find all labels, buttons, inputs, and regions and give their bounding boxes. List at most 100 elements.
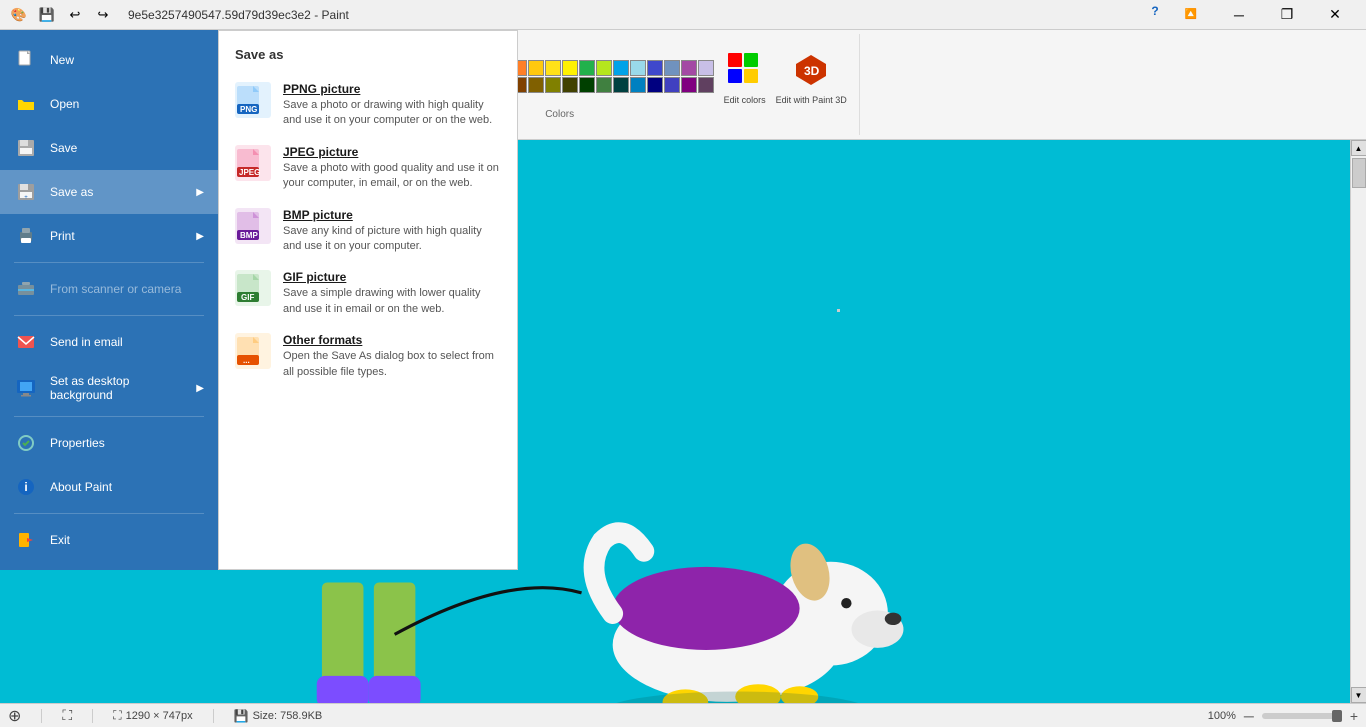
filesize-label: Size: 758.9KB <box>253 710 323 722</box>
canvas-dot <box>837 309 840 312</box>
saveas-arrow: ▶ <box>196 187 204 198</box>
menu-item-scanner: From scanner or camera <box>0 267 218 311</box>
saveas-item-png[interactable]: PNG PNG PPNG picture Save a photo or dra… <box>219 74 517 137</box>
menu-item-saveas[interactable]: + Save as ▶ <box>0 170 218 214</box>
new-icon <box>14 48 38 72</box>
about-label: About Paint <box>50 480 112 494</box>
jpeg-text: JPEG picture Save a photo with good qual… <box>283 145 501 192</box>
saveas-icon: + <box>14 180 38 204</box>
palette-color[interactable] <box>596 77 612 93</box>
help-icon[interactable]: ? <box>1144 0 1166 22</box>
menu-item-save[interactable]: Save <box>0 126 218 170</box>
palette-color[interactable] <box>681 60 697 76</box>
redo-btn[interactable]: ↪ <box>92 4 114 26</box>
menu-item-exit[interactable]: Exit <box>0 518 218 562</box>
close-btn[interactable]: ✕ <box>1312 0 1358 30</box>
print-icon <box>14 224 38 248</box>
palette-color[interactable] <box>562 77 578 93</box>
menu-item-properties[interactable]: Properties <box>0 421 218 465</box>
about-icon: i <box>14 475 38 499</box>
svg-text:GIF: GIF <box>241 293 254 302</box>
palette-color[interactable] <box>545 60 561 76</box>
gif-icon: GIF <box>235 270 271 306</box>
gif-desc: Save a simple drawing with lower quality… <box>283 286 501 317</box>
edit-colors-icon[interactable] <box>724 49 766 91</box>
zoom-out-btn[interactable]: ─ <box>1244 708 1254 724</box>
saveas-item-other[interactable]: ... Other formats Open the Save As dialo… <box>219 325 517 388</box>
menu-sep-3 <box>14 416 204 417</box>
saveas-item-bmp[interactable]: BMP BMP picture Save any kind of picture… <box>219 200 517 263</box>
filesize-item: 💾 Size: 758.9KB <box>234 709 323 723</box>
scroll-up-btn[interactable]: ▲ <box>1351 140 1366 156</box>
palette-color[interactable] <box>596 60 612 76</box>
other-text: Other formats Open the Save As dialog bo… <box>283 333 501 380</box>
save-quick-btn[interactable]: 💾 <box>36 4 58 26</box>
svg-text:JPEG: JPEG <box>239 168 260 177</box>
file-menu-overlay: New Open Save <box>0 30 518 570</box>
dimensions-icon: ⛶ <box>113 708 121 723</box>
palette-color[interactable] <box>698 77 714 93</box>
palette-color[interactable] <box>698 60 714 76</box>
titlebar-controls: ? 🔼 ─ ❐ ✕ <box>1144 0 1358 30</box>
palette-color[interactable] <box>613 77 629 93</box>
gif-text: GIF picture Save a simple drawing with l… <box>283 270 501 317</box>
gif-name: GIF picture <box>283 270 501 284</box>
menu-item-new[interactable]: New <box>0 38 218 82</box>
send-icon <box>14 330 38 354</box>
palette-color[interactable] <box>664 60 680 76</box>
scroll-track[interactable] <box>1351 156 1366 687</box>
statusbar: ⊕ ⛶ ⛶ 1290 × 747px 💾 Size: 758.9KB 100% … <box>0 703 1366 727</box>
zoom-in-btn[interactable]: + <box>1350 708 1358 724</box>
palette-color[interactable] <box>613 60 629 76</box>
edit-paint3d-label: Edit with Paint 3D <box>776 95 847 106</box>
restore-btn[interactable]: ❐ <box>1264 0 1310 30</box>
menu-item-send[interactable]: Send in email <box>0 320 218 364</box>
palette-color[interactable] <box>664 77 680 93</box>
menu-item-print[interactable]: Print ▶ <box>0 214 218 258</box>
bmp-desc: Save any kind of picture with high quali… <box>283 224 501 255</box>
palette-color[interactable] <box>579 60 595 76</box>
svg-text:i: i <box>24 480 27 494</box>
palette-color[interactable] <box>647 60 663 76</box>
svg-text:3D: 3D <box>804 64 820 78</box>
open-label: Open <box>50 97 79 111</box>
png-icon: PNG PNG <box>235 82 271 118</box>
palette-color[interactable] <box>647 77 663 93</box>
saveas-label: Save as <box>50 185 93 199</box>
status-add[interactable]: ⊕ <box>8 706 21 726</box>
edit-paint3d-icon[interactable]: 3D <box>790 49 832 91</box>
svg-text:+: + <box>24 195 28 201</box>
scroll-thumb[interactable] <box>1352 158 1366 188</box>
edit-colors-group: Edit colors <box>724 49 766 106</box>
saveas-item-gif[interactable]: GIF GIF picture Save a simple drawing wi… <box>219 262 517 325</box>
status-crop-icon[interactable]: ⛶ <box>62 707 72 724</box>
palette-color[interactable] <box>528 77 544 93</box>
palette-color[interactable] <box>630 60 646 76</box>
scrollbar-vertical[interactable]: ▲ ▼ <box>1350 140 1366 703</box>
paint-app-icon[interactable]: 🎨 <box>8 4 30 26</box>
properties-label: Properties <box>50 436 105 450</box>
palette-color[interactable] <box>681 77 697 93</box>
saveas-item-jpeg[interactable]: JPEG JPEG picture Save a photo with good… <box>219 137 517 200</box>
menu-item-about[interactable]: i About Paint <box>0 465 218 509</box>
new-label: New <box>50 53 74 67</box>
undo-btn[interactable]: ↩ <box>64 4 86 26</box>
titlebar-left: 🎨 💾 ↩ ↪ 9e5e3257490547.59d79d39ec3e2 - P… <box>8 4 349 26</box>
palette-color[interactable] <box>562 60 578 76</box>
zoom-slider-thumb[interactable] <box>1332 710 1342 722</box>
palette-color[interactable] <box>545 77 561 93</box>
minimize-btn[interactable]: ─ <box>1216 0 1262 30</box>
other-desc: Open the Save As dialog box to select fr… <box>283 349 501 380</box>
properties-icon <box>14 431 38 455</box>
scroll-down-btn[interactable]: ▼ <box>1351 687 1366 703</box>
palette-color[interactable] <box>528 60 544 76</box>
menu-item-desktop[interactable]: Set as desktop background ▶ <box>0 364 218 412</box>
palette-color[interactable] <box>579 77 595 93</box>
other-icon: ... <box>235 333 271 369</box>
menu-item-open[interactable]: Open <box>0 82 218 126</box>
collapse-btn[interactable]: 🔼 <box>1168 0 1214 30</box>
palette-color[interactable] <box>630 77 646 93</box>
zoom-slider[interactable] <box>1262 713 1342 719</box>
desktop-label: Set as desktop background <box>50 374 184 402</box>
filesize-icon: 💾 <box>234 709 249 723</box>
